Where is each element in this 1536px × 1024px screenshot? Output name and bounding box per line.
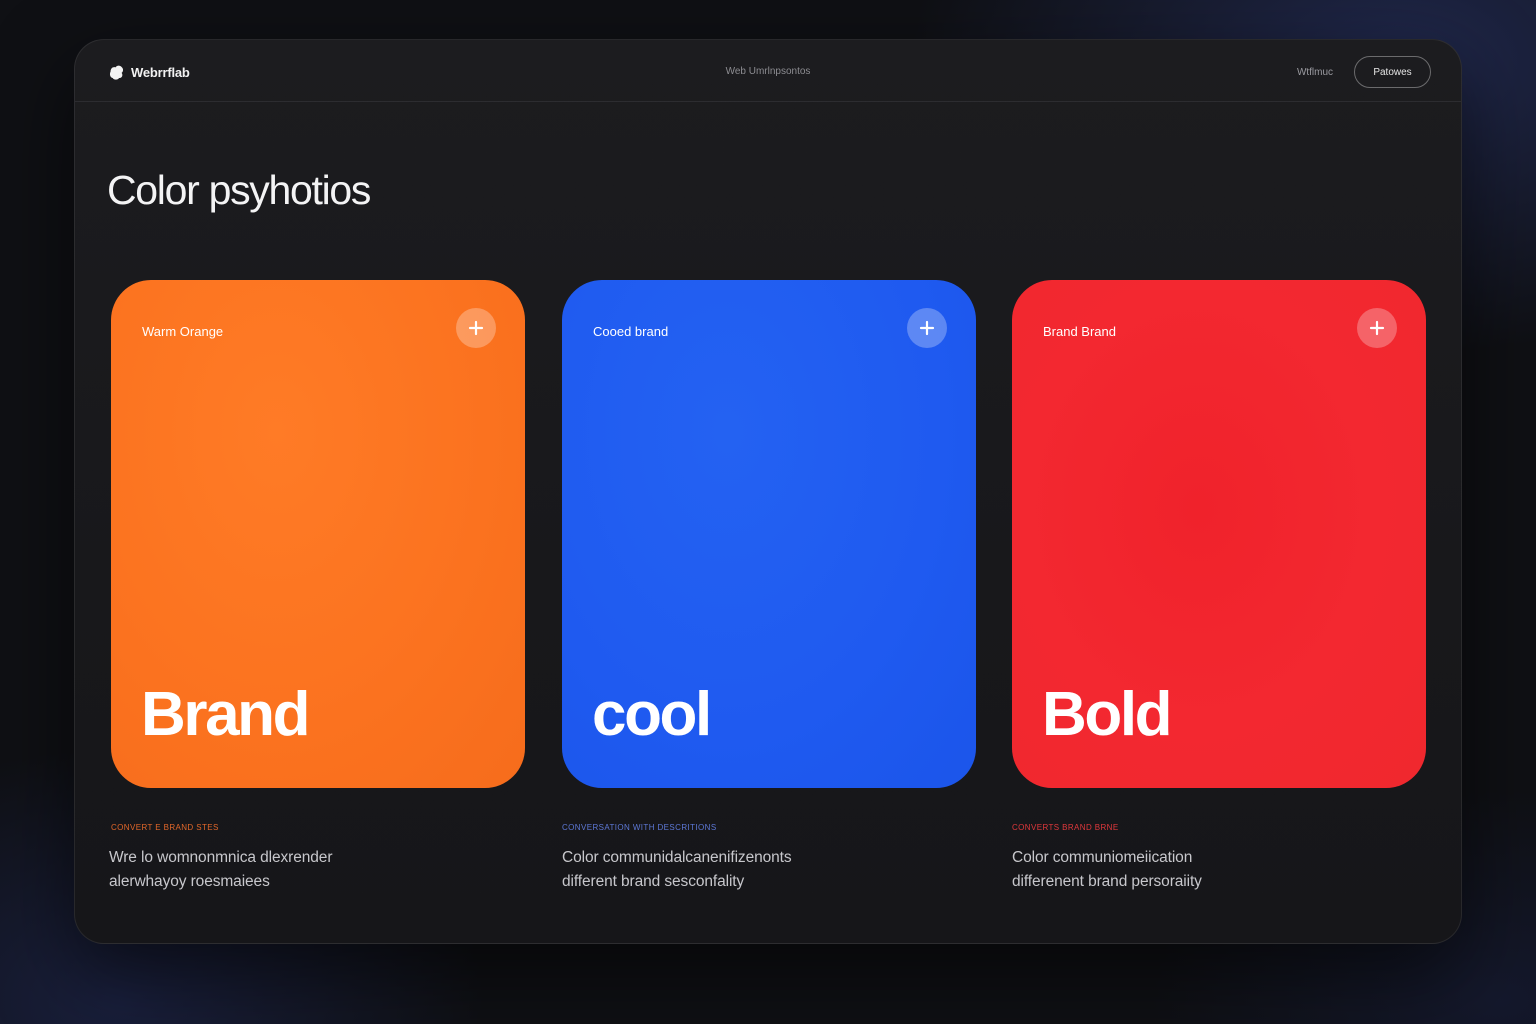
description-line: differenent brand persoraiity (1012, 873, 1202, 890)
app-window: Webrrflab Web Umrlnpsontos Wtflmuc Patow… (74, 39, 1462, 944)
description-line: Wre lo womnonmnica dlexrender (109, 849, 333, 866)
card-headline: cool (592, 680, 712, 749)
card-description: Color communidalcanenifizenonts differen… (562, 846, 892, 894)
card-description: Wre lo womnonmnica dlexrender alerwhayoy… (109, 846, 439, 894)
nav-center-link[interactable]: Web Umrlnpsontos (75, 66, 1461, 77)
nav-cta-button[interactable]: Patowes (1354, 56, 1431, 88)
card-description: Color communiomeiication differenent bra… (1012, 846, 1342, 894)
card-label: Cooed brand (593, 324, 669, 339)
plus-icon (1369, 320, 1385, 336)
description-line: alerwhayoy roesmaiees (109, 873, 270, 890)
description-line: Color communiomeiication (1012, 849, 1193, 866)
card-caption: CONVERT E BRAND STES (111, 823, 219, 832)
plus-icon (919, 320, 935, 336)
card-caption: CONVERTS BRAND BRNE (1012, 823, 1119, 832)
card-headline: Bold (1042, 680, 1173, 749)
page-title: Color psyhotios (107, 167, 371, 213)
top-navigation-bar: Webrrflab Web Umrlnpsontos Wtflmuc Patow… (75, 40, 1461, 102)
color-card-red[interactable]: Brand Brand Bold (1012, 280, 1426, 788)
card-caption: CONVERSATION WITH DESCRITIONS (562, 823, 717, 832)
description-line: Color communidalcanenifizenonts (562, 849, 792, 866)
color-card-blue[interactable]: Cooed brand cool (562, 280, 976, 788)
card-headline: Brand (141, 680, 311, 749)
card-add-button[interactable] (907, 308, 947, 348)
plus-icon (468, 320, 484, 336)
card-label: Brand Brand (1043, 324, 1116, 339)
color-card-orange[interactable]: Warm Orange Brand (111, 280, 525, 788)
nav-link[interactable]: Wtflmuc (1285, 67, 1345, 78)
card-label: Warm Orange (142, 324, 224, 339)
description-line: different brand sesconfality (562, 873, 745, 890)
card-add-button[interactable] (456, 308, 496, 348)
card-add-button[interactable] (1357, 308, 1397, 348)
